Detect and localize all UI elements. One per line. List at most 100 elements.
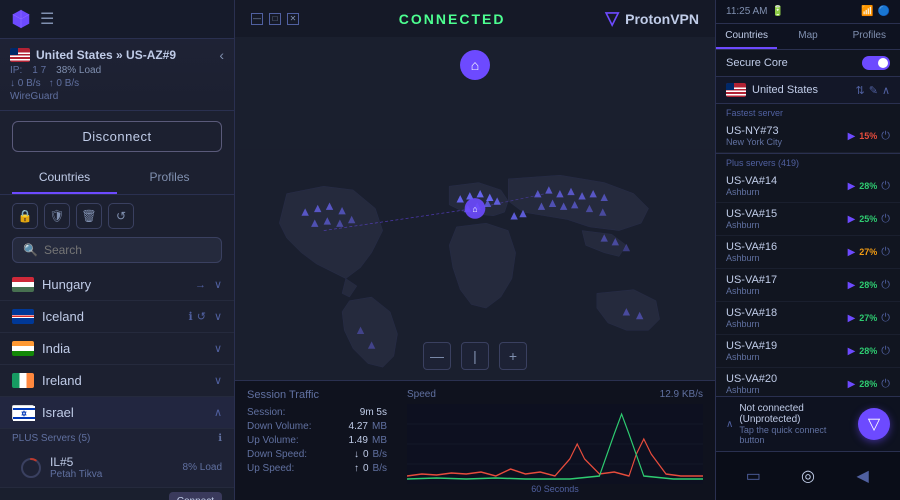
country-collapse-icon[interactable]: ∧ — [882, 84, 890, 97]
server-load-circle — [20, 457, 42, 479]
right-tab-profiles[interactable]: Profiles — [839, 24, 900, 49]
va14-city: Ashburn — [726, 187, 844, 197]
wifi-icon: 📶 — [861, 6, 873, 17]
va16-name: US-VA#16 — [726, 241, 844, 253]
ip-value: 1 7 — [32, 65, 46, 76]
server-row-va16[interactable]: US-VA#16 Ashburn ▶ 27% ⏻ — [716, 236, 900, 269]
country-sort-icon[interactable]: ⇅ — [856, 84, 865, 97]
secure-core-toggle[interactable] — [862, 56, 890, 70]
ip-label: IP: — [10, 65, 22, 76]
left-panel: ☰ United States » US-AZ#9 ‹ IP: 1 7 38% … — [0, 0, 235, 500]
va17-power-icon[interactable]: ⏻ — [881, 279, 890, 292]
chart-canvas — [407, 404, 703, 484]
bottom-icon-circle[interactable]: ◎ — [792, 460, 824, 492]
country-item-israel[interactable]: Israel ∧ — [0, 397, 234, 429]
close-button[interactable]: ✕ — [287, 13, 299, 25]
not-connected-bar: ∧ Not connected (Unprotected) Tap the qu… — [716, 396, 900, 451]
stat-down-speed: Down Speed: ↓ 0 B/s — [247, 449, 387, 460]
israel-chevron-icon[interactable]: ∧ — [214, 406, 222, 419]
back-chevron-icon[interactable]: ‹ — [219, 47, 224, 63]
va19-name: US-VA#19 — [726, 340, 844, 352]
iceland-flag — [12, 309, 34, 324]
minimize-button[interactable]: — — [251, 13, 263, 25]
not-connected-desc: Tap the quick connect button — [739, 425, 848, 445]
zoom-plus-button[interactable]: + — [499, 342, 527, 370]
va19-load: 28% — [859, 346, 877, 356]
country-item-hungary[interactable]: Hungary → ∨ — [0, 269, 234, 301]
server-row-va14[interactable]: US-VA#14 Ashburn ▶ 28% ⏻ — [716, 170, 900, 203]
va17-name: US-VA#17 — [726, 274, 844, 286]
va20-power-icon[interactable]: ⏻ — [881, 378, 890, 391]
tab-countries[interactable]: Countries — [12, 162, 117, 194]
stat-session: Session: 9m 5s — [247, 407, 387, 418]
server-row-va19[interactable]: US-VA#19 Ashburn ▶ 28% ⏻ — [716, 335, 900, 368]
ireland-chevron-icon[interactable]: ∨ — [214, 374, 222, 387]
zoom-minus-button[interactable]: — — [423, 342, 451, 370]
country-list: Hungary → ∨ Iceland ℹ ↺ ∨ India ∨ Irelan… — [0, 269, 234, 500]
va15-power-icon[interactable]: ⏻ — [881, 213, 890, 226]
iceland-info-icon[interactable]: ℹ — [189, 310, 193, 323]
current-connection: United States » US-AZ#9 — [10, 48, 176, 62]
hungary-expand-icon[interactable]: → — [195, 279, 206, 291]
va18-power-icon[interactable]: ⏻ — [881, 312, 890, 325]
server-il5-city: Petah Tikva — [50, 469, 108, 480]
va19-power-icon[interactable]: ⏻ — [881, 345, 890, 358]
right-panel: 11:25 AM 🔋 📶 🔵 Countries Map Profiles Se… — [715, 0, 900, 500]
va14-name: US-VA#14 — [726, 175, 844, 187]
server-row-va20[interactable]: US-VA#20 Ashburn ▶ 28% ⏻ — [716, 368, 900, 396]
zoom-pipe: | — [461, 342, 489, 370]
filter-refresh-icon[interactable]: ↺ — [108, 203, 134, 229]
va14-power-icon[interactable]: ⏻ — [881, 180, 890, 193]
va15-load: 25% — [859, 214, 877, 224]
chevron-icon: ∧ — [726, 419, 733, 430]
israel-name: Israel — [42, 405, 206, 420]
selected-country-row: United States ⇅ ✎ ∧ — [716, 77, 900, 104]
filter-lock-icon[interactable]: 🔒 — [12, 203, 38, 229]
hungary-flag — [12, 277, 34, 292]
speed-row: ↓ 0 B/s ↑ 0 B/s — [10, 78, 224, 89]
right-tab-countries[interactable]: Countries — [716, 24, 777, 49]
country-item-iceland[interactable]: Iceland ℹ ↺ ∨ — [0, 301, 234, 333]
country-item-ireland[interactable]: Ireland ∨ — [0, 365, 234, 397]
server-row-ny73[interactable]: US-NY#73 New York City ▶ 15% ⏻ — [716, 120, 900, 153]
filter-delete-icon[interactable]: 🗑 — [76, 203, 102, 229]
zoom-controls: — | + — [423, 342, 527, 370]
iceland-name: Iceland — [42, 309, 181, 324]
connect-button-il5[interactable]: Connect — [169, 492, 222, 500]
india-flag — [12, 341, 34, 356]
india-chevron-icon[interactable]: ∨ — [214, 342, 222, 355]
ny73-power-icon[interactable]: ⏻ — [881, 130, 890, 143]
stat-up-volume: Up Volume: 1.49 MB — [247, 435, 387, 446]
va17-speed-icon: ▶ — [848, 280, 856, 291]
country-edit-icon[interactable]: ✎ — [869, 84, 878, 97]
va14-load: 28% — [859, 181, 877, 191]
iceland-chevron-icon[interactable]: ∨ — [214, 310, 222, 323]
right-tab-map[interactable]: Map — [777, 24, 838, 49]
session-traffic: Session Traffic Session: 9m 5s Down Volu… — [235, 380, 715, 500]
server-row-va18[interactable]: US-VA#18 Ashburn ▶ 27% ⏻ — [716, 302, 900, 335]
connection-label: United States » US-AZ#9 — [36, 48, 176, 62]
country-item-india[interactable]: India ∨ — [0, 333, 234, 365]
hungary-chevron-icon[interactable]: ∨ — [214, 278, 222, 291]
bottom-icon-back[interactable]: ◀ — [847, 460, 879, 492]
bottom-icon-square[interactable]: ▭ — [737, 460, 769, 492]
israel-flag — [12, 405, 34, 420]
connection-header: United States » US-AZ#9 ‹ IP: 1 7 38% Lo… — [0, 39, 234, 111]
menu-icon[interactable]: ☰ — [40, 9, 54, 29]
filter-shield-icon[interactable]: 🛡 — [44, 203, 70, 229]
fastest-server-label: Fastest server — [716, 104, 900, 120]
tab-profiles[interactable]: Profiles — [117, 162, 222, 194]
server-row-va15[interactable]: US-VA#15 Ashburn ▶ 25% ⏻ — [716, 203, 900, 236]
va20-load: 28% — [859, 379, 877, 389]
maximize-button[interactable]: □ — [269, 13, 281, 25]
va15-name: US-VA#15 — [726, 208, 844, 220]
disconnect-button[interactable]: Disconnect — [12, 121, 222, 152]
server-row-va17[interactable]: US-VA#17 Ashburn ▶ 28% ⏻ — [716, 269, 900, 302]
iceland-refresh-icon[interactable]: ↺ — [197, 310, 206, 323]
search-box[interactable]: 🔍 — [12, 237, 222, 263]
protonvpn-brand: ▽ ProtonVPN — [605, 8, 699, 29]
search-input[interactable] — [44, 243, 211, 257]
va16-power-icon[interactable]: ⏻ — [881, 246, 890, 259]
quick-connect-button[interactable]: ▽ — [858, 408, 890, 440]
ireland-flag — [12, 373, 34, 388]
